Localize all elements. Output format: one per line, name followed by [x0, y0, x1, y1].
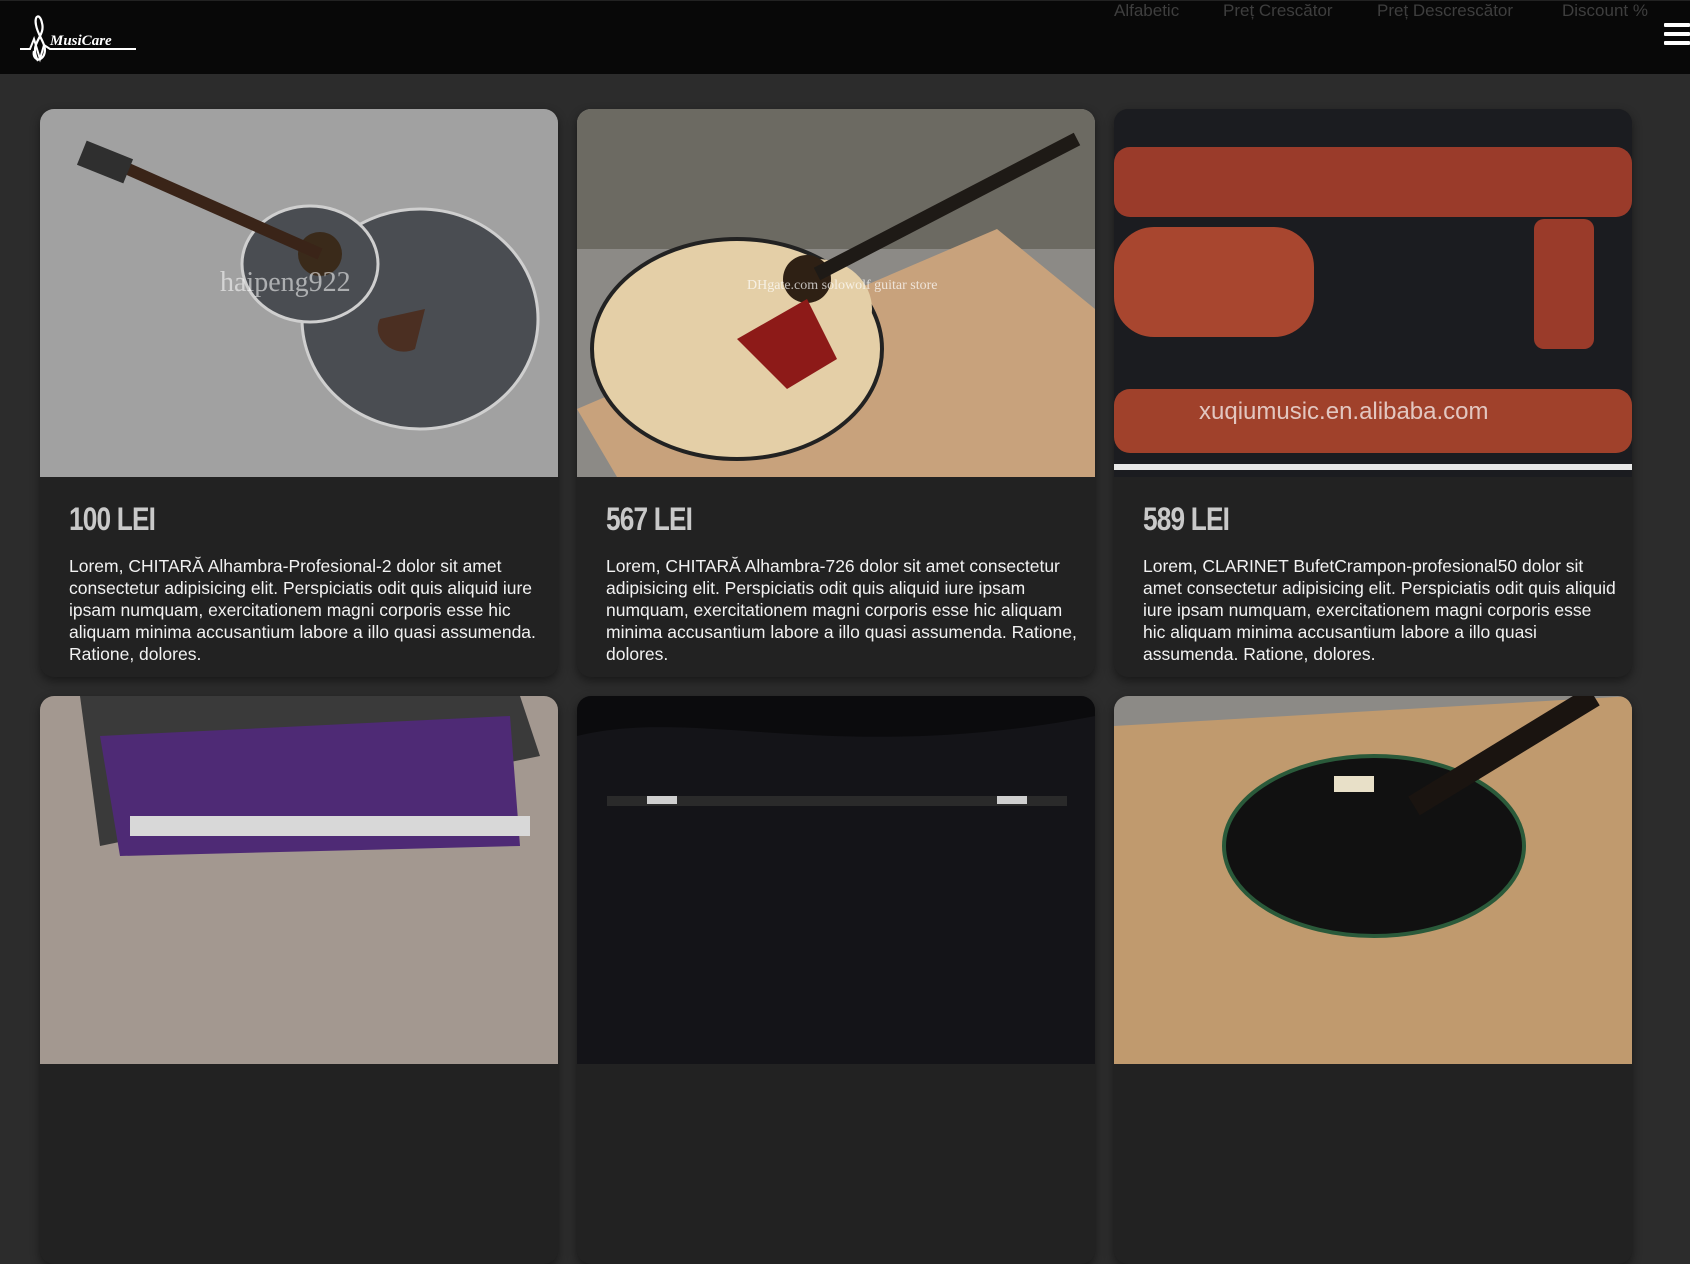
sort-price-ascending-link[interactable]: Preț Crescător: [1223, 1, 1333, 21]
product-price: 589 LEI: [1143, 501, 1230, 537]
product-image-guitar-black[interactable]: haipeng922: [40, 109, 558, 477]
product-card[interactable]: DHgate.com solowolf guitar store 567 LEI…: [577, 109, 1095, 677]
product-card[interactable]: [577, 696, 1095, 1264]
sort-alphabetic-link[interactable]: Alfabetic: [1114, 1, 1179, 21]
image-watermark: haipeng922: [220, 267, 351, 298]
sort-discount-link[interactable]: Discount %: [1562, 1, 1648, 21]
product-price: 567 LEI: [606, 501, 693, 537]
product-description: Lorem, CLARINET BufetCrampon-profesional…: [1143, 556, 1616, 664]
product-image-guitar-natural[interactable]: DHgate.com solowolf guitar store: [577, 109, 1095, 477]
product-price: 100 LEI: [69, 501, 156, 537]
product-image-instrument-case-purple[interactable]: [40, 696, 558, 1064]
image-watermark: DHgate.com solowolf guitar store: [747, 278, 938, 293]
product-image-clarinet[interactable]: xuqiumusic.en.alibaba.com: [1114, 109, 1632, 477]
product-description: Lorem, CHITARĂ Alhambra-726 dolor sit am…: [606, 556, 1077, 664]
logo-text: MusiCare: [49, 33, 112, 49]
product-card[interactable]: [1114, 696, 1632, 1264]
product-card[interactable]: haipeng922 100 LEI Lorem, CHITARĂ Alhamb…: [40, 109, 558, 677]
product-description: Lorem, CHITARĂ Alhambra-Profesional-2 do…: [69, 556, 536, 664]
product-image-electric-guitar[interactable]: [1114, 696, 1632, 1064]
image-watermark: xuqiumusic.en.alibaba.com: [1199, 398, 1489, 425]
product-card[interactable]: xuqiumusic.en.alibaba.com 589 LEI Lorem,…: [1114, 109, 1632, 677]
sort-price-descending-link[interactable]: Preț Descrescător: [1377, 1, 1513, 21]
musicare-logo[interactable]: MusiCare: [16, 3, 138, 69]
product-image-black-case[interactable]: [577, 696, 1095, 1064]
top-navbar: MusiCare Alfabetic Preț Crescător Preț D…: [0, 0, 1690, 74]
hamburger-menu-icon[interactable]: [1664, 23, 1690, 47]
product-card[interactable]: [40, 696, 558, 1264]
